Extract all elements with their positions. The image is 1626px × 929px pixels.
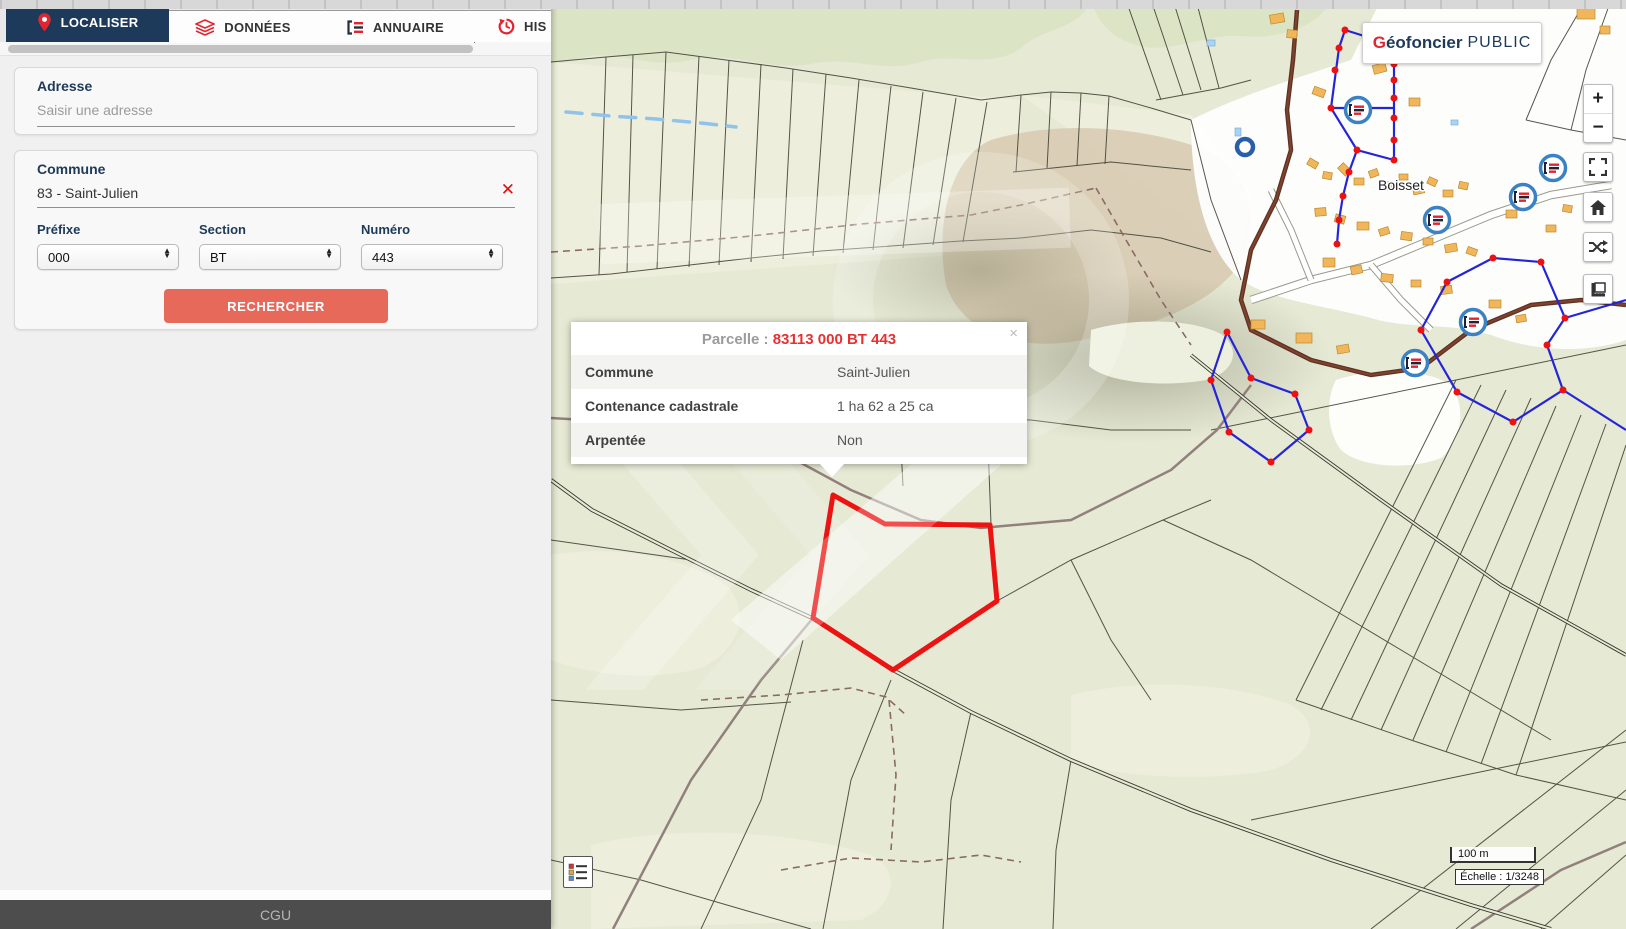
popup-row-commune: Commune Saint-Julien bbox=[571, 355, 1027, 389]
dossier-marker bbox=[1425, 208, 1450, 233]
popup-title-prefix: Parcelle : bbox=[702, 331, 773, 348]
tab-label: LOCALISER bbox=[61, 15, 139, 30]
tab-historique[interactable]: HIS bbox=[474, 10, 551, 42]
select-arrows-icon: ▲▼ bbox=[163, 249, 171, 259]
village-label: Boisset bbox=[1378, 177, 1424, 193]
top-strip bbox=[0, 0, 1626, 9]
logo-text: éofoncier bbox=[1386, 33, 1463, 52]
geofoncier-app: Boisset bbox=[0, 0, 1626, 929]
sidebar-bottom-strip bbox=[0, 890, 551, 900]
popup-row-label: Contenance cadastrale bbox=[585, 398, 837, 414]
prefixe-value: 000 bbox=[48, 250, 70, 265]
popup-title: Parcelle : 83113 000 BT 443 bbox=[571, 322, 1027, 355]
commune-card: Commune 83 - Saint-Julien ✕ Préfixe 000 … bbox=[14, 150, 538, 330]
cgu-link[interactable]: CGU bbox=[260, 907, 291, 923]
dossier-marker bbox=[1461, 310, 1486, 335]
dossier-marker bbox=[1403, 351, 1428, 376]
fullscreen-icon bbox=[1589, 158, 1607, 176]
adresse-title: Adresse bbox=[37, 78, 537, 94]
tab-scrollbar[interactable] bbox=[0, 42, 551, 56]
prefixe-select[interactable]: 000 ▲▼ bbox=[37, 244, 179, 270]
home-icon bbox=[1589, 199, 1607, 216]
scale-ratio: Échelle : 1/3248 bbox=[1455, 869, 1544, 885]
rechercher-button[interactable]: RECHERCHER bbox=[164, 289, 388, 323]
measure-icon bbox=[1589, 281, 1607, 298]
shuffle-icon bbox=[1588, 238, 1608, 256]
numero-value: 443 bbox=[372, 250, 394, 265]
shuffle-button[interactable] bbox=[1583, 232, 1613, 262]
zoom-out-button[interactable]: − bbox=[1584, 113, 1612, 142]
fullscreen-button[interactable] bbox=[1583, 152, 1613, 182]
dossier-marker bbox=[1511, 185, 1536, 210]
section-label: Section bbox=[199, 222, 341, 237]
popup-tail bbox=[819, 463, 845, 477]
commune-title: Commune bbox=[37, 161, 537, 177]
adresse-card: Adresse bbox=[14, 67, 538, 135]
geofoncier-logo: Géofoncier PUBLIC bbox=[1362, 22, 1542, 64]
history-icon bbox=[498, 18, 515, 35]
select-arrows-icon: ▲▼ bbox=[487, 249, 495, 259]
map-pin-icon bbox=[37, 13, 52, 32]
popup-row-arpentee: Arpentée Non bbox=[571, 423, 1027, 457]
popup-row-value: Saint-Julien bbox=[837, 364, 910, 380]
section-value: BT bbox=[210, 250, 227, 265]
tab-label: HIS bbox=[524, 19, 547, 34]
logo-g: G bbox=[1373, 33, 1386, 52]
tab-annuaire[interactable]: ANNUAIRE bbox=[317, 10, 475, 43]
zoom-in-button[interactable]: + bbox=[1584, 85, 1612, 113]
popup-row-value: Non bbox=[837, 432, 863, 448]
popup-close-icon[interactable]: × bbox=[1009, 325, 1018, 342]
parcel-popup: × Parcelle : 83113 000 BT 443 Commune Sa… bbox=[571, 322, 1027, 464]
layers-icon bbox=[195, 19, 215, 36]
numero-select[interactable]: 443 ▲▼ bbox=[361, 244, 503, 270]
popup-row-label: Arpentée bbox=[585, 432, 837, 448]
tab-label: DONNÉES bbox=[224, 20, 290, 35]
sidebar: LOCALISER DONNÉES ANNUAIRE HIS bbox=[0, 0, 551, 929]
home-button[interactable] bbox=[1583, 192, 1613, 222]
popup-row-value: 1 ha 62 a 25 ca bbox=[837, 398, 934, 414]
ring-marker bbox=[1237, 139, 1253, 155]
legend-button[interactable] bbox=[563, 856, 593, 888]
tab-label: ANNUAIRE bbox=[373, 20, 444, 35]
directory-icon bbox=[347, 20, 364, 35]
tab-donnees[interactable]: DONNÉES bbox=[169, 10, 318, 43]
popup-row-label: Commune bbox=[585, 364, 837, 380]
dossier-marker bbox=[1346, 98, 1371, 123]
clear-commune-icon[interactable]: ✕ bbox=[501, 181, 515, 198]
popup-row-contenance: Contenance cadastrale 1 ha 62 a 25 ca bbox=[571, 389, 1027, 423]
dossier-marker bbox=[1541, 156, 1566, 181]
select-arrows-icon: ▲▼ bbox=[325, 249, 333, 259]
legend-icon bbox=[568, 862, 588, 882]
adresse-input[interactable] bbox=[37, 102, 477, 118]
numero-label: Numéro bbox=[361, 222, 503, 237]
logo-public: PUBLIC bbox=[1467, 34, 1531, 52]
sidebar-footer: CGU bbox=[0, 900, 551, 929]
scrollbar-thumb[interactable] bbox=[8, 45, 473, 53]
zoom-control: + − bbox=[1583, 84, 1613, 143]
section-select[interactable]: BT ▲▼ bbox=[199, 244, 341, 270]
scale-bar: 100 m bbox=[1450, 847, 1536, 863]
measure-button[interactable] bbox=[1583, 274, 1613, 304]
commune-value[interactable]: 83 - Saint-Julien bbox=[37, 185, 515, 201]
cadastral-map[interactable]: Boisset bbox=[551, 0, 1626, 929]
prefixe-label: Préfixe bbox=[37, 222, 179, 237]
popup-parcel-id: 83113 000 BT 443 bbox=[773, 331, 896, 348]
